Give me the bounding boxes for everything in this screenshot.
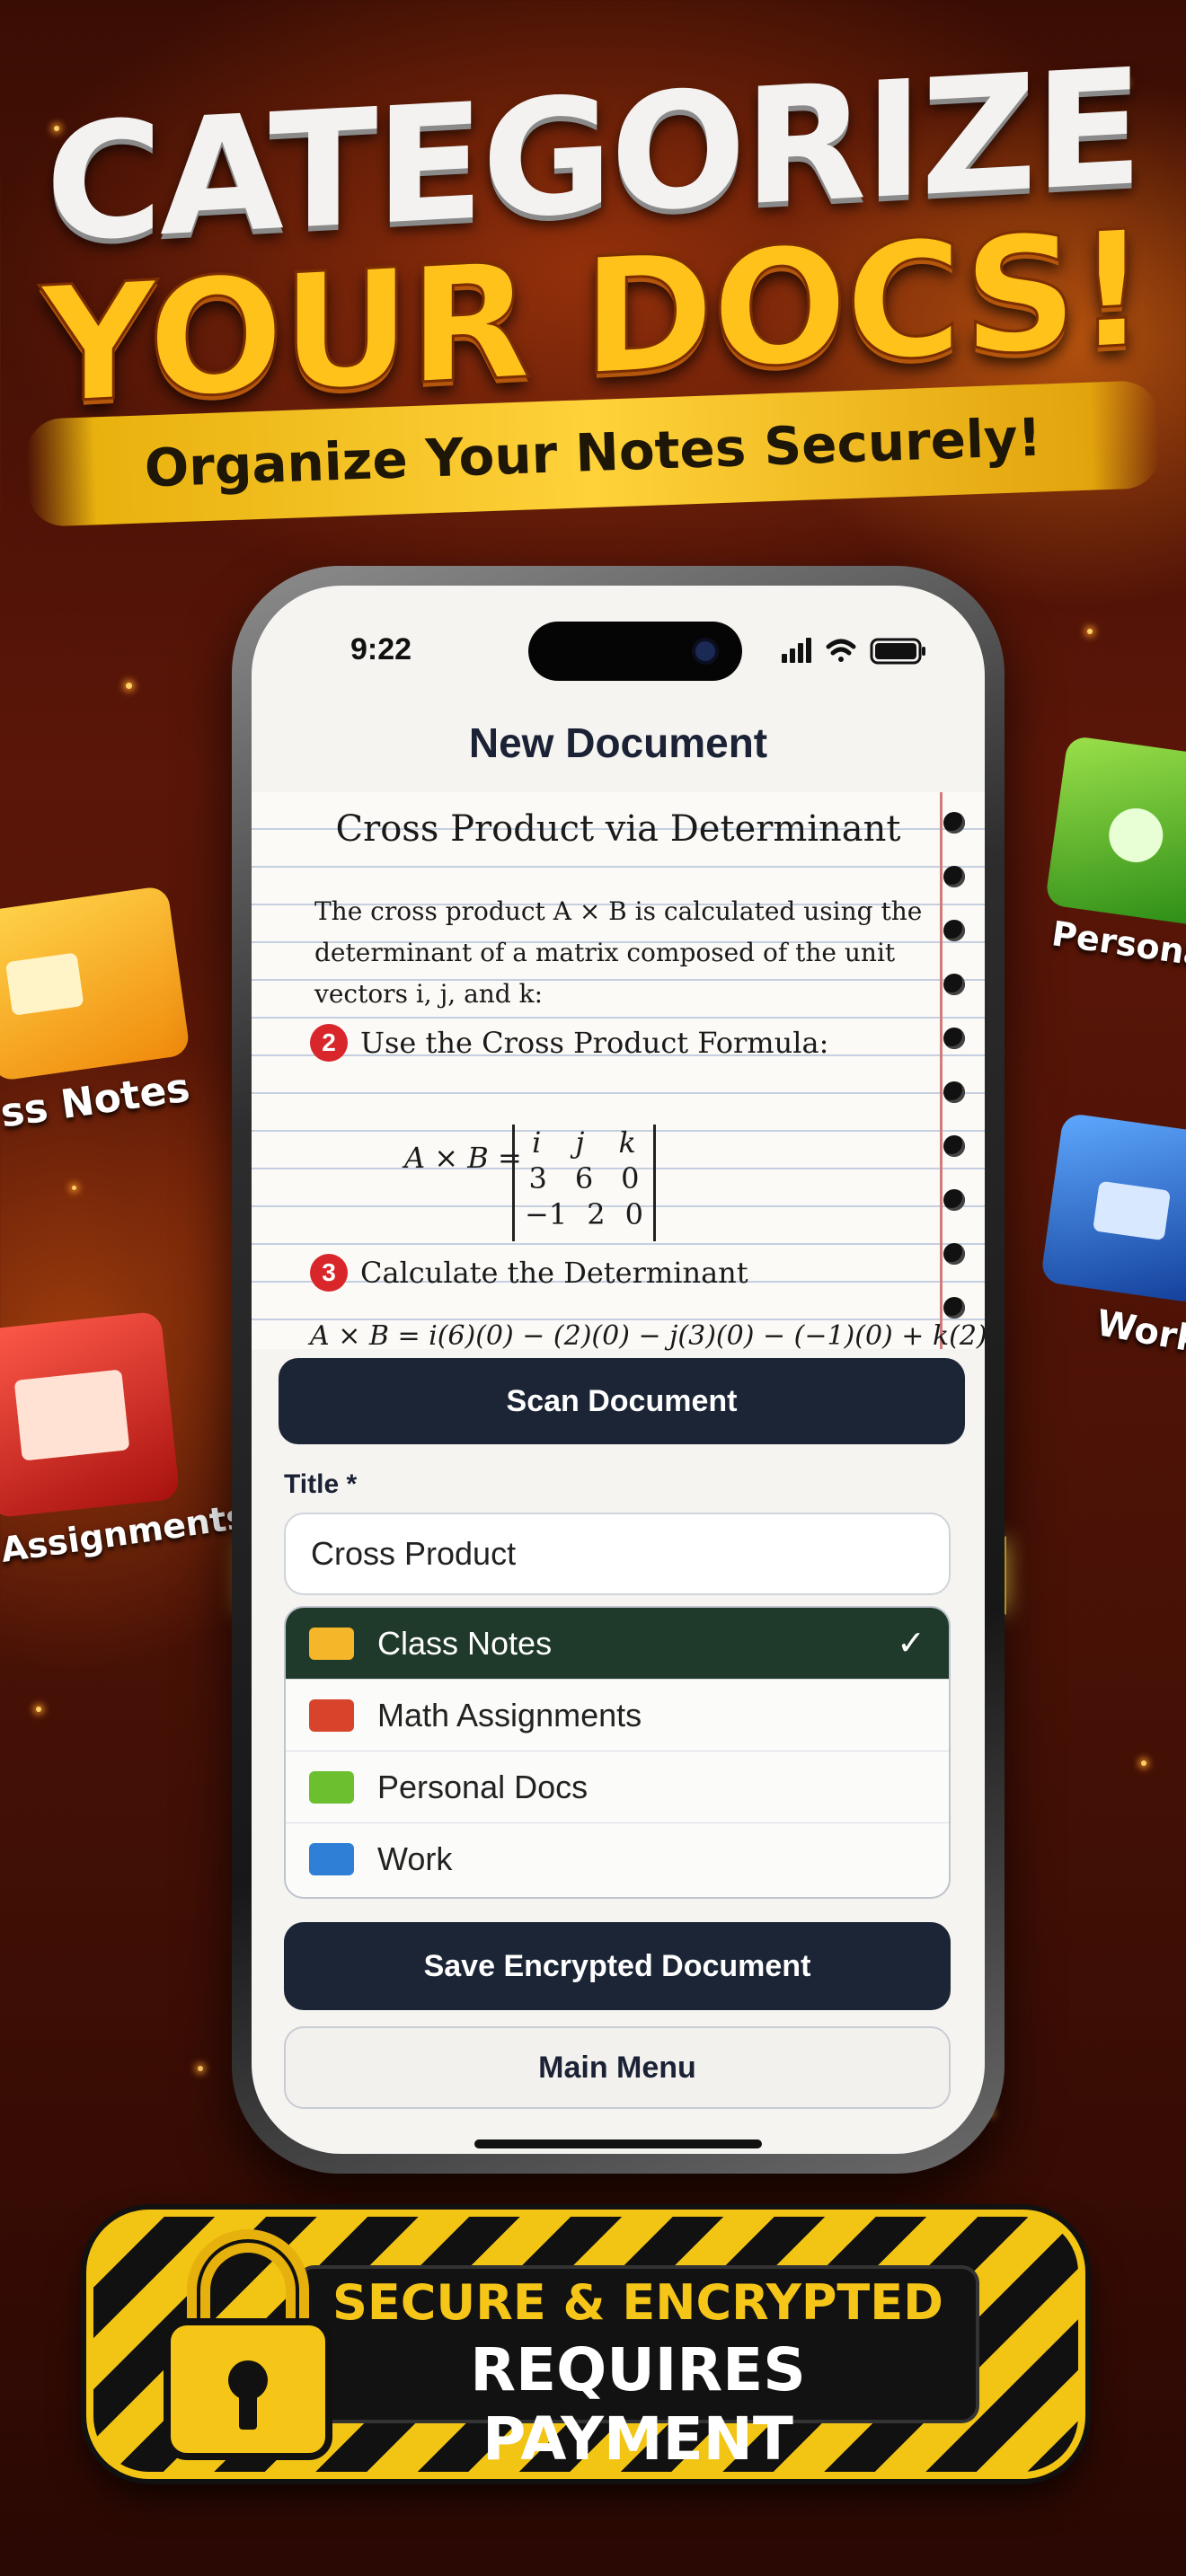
page-step-2: 2 Use the Cross Product Formula:	[310, 1024, 828, 1062]
page-step-3: 3 Calculate the Determinant	[310, 1254, 748, 1292]
signal-icon	[782, 638, 811, 663]
category-label: Class Notes	[377, 1624, 553, 1662]
category-item-class-notes[interactable]: Class Notes ✓	[286, 1608, 949, 1680]
work-folder-icon	[1040, 1112, 1186, 1304]
home-indicator[interactable]	[474, 2139, 762, 2148]
phone-frame: 9:22 New Document Cross Product via Dete…	[232, 566, 1005, 2174]
step-3-number: 3	[310, 1254, 348, 1292]
camera-icon	[695, 641, 715, 661]
checkmark-icon: ✓	[897, 1625, 925, 1663]
determinant-matrix: ijk 360 −1 2 0	[512, 1125, 656, 1241]
page-intro-text: The cross product A × B is calculated us…	[314, 896, 923, 1009]
step-3-text: Calculate the Determinant	[360, 1256, 748, 1290]
scan-document-button[interactable]: Scan Document	[279, 1358, 965, 1444]
status-icons	[782, 638, 925, 665]
category-list: Class Notes ✓ Math Assignments Personal …	[284, 1606, 951, 1899]
save-encrypted-document-button[interactable]: Save Encrypted Document	[284, 1922, 951, 2010]
nav-title: New Document	[468, 719, 768, 766]
badge-line2: REQUIRES PAYMENT	[470, 2335, 806, 2474]
status-time: 9:22	[350, 632, 412, 666]
step-2-number: 2	[310, 1024, 348, 1062]
title-input[interactable]: Cross Product	[284, 1513, 951, 1595]
folder-personal-icon	[309, 1770, 354, 1804]
matrix-lhs: A × B =	[404, 1141, 522, 1175]
title-label: Title *	[284, 1469, 358, 1499]
battery-icon	[870, 638, 925, 665]
side-folder-work-label: Work	[1093, 1302, 1186, 1362]
category-item-math-assignments[interactable]: Math Assignments	[286, 1680, 949, 1751]
step-2-text: Use the Cross Product Formula:	[360, 1026, 829, 1060]
category-label: Work	[377, 1840, 453, 1877]
padlock-icon	[164, 2229, 332, 2460]
assignments-folder-icon	[0, 1310, 181, 1519]
dynamic-island	[528, 622, 742, 681]
notes-folder-icon	[0, 885, 191, 1082]
folder-math-icon	[309, 1698, 354, 1732]
category-item-personal-docs[interactable]: Personal Docs	[286, 1751, 949, 1823]
personal-folder-icon	[1044, 735, 1186, 927]
folder-notes-icon	[309, 1627, 354, 1660]
main-menu-button[interactable]: Main Menu	[284, 2026, 951, 2109]
category-label: Math Assignments	[377, 1696, 642, 1734]
phone-screen: 9:22 New Document Cross Product via Dete…	[252, 586, 985, 2154]
determinant-formula: A × B = i(6)(0) − (2)(0) − j(3)(0) − (−1…	[310, 1320, 985, 1352]
badge-line1: SECURE & ENCRYPTED	[332, 2274, 943, 2331]
category-item-work[interactable]: Work	[286, 1823, 949, 1895]
wifi-icon	[826, 639, 856, 662]
side-folder-personal-label: Personal	[1049, 913, 1186, 976]
category-label: Personal Docs	[377, 1768, 589, 1805]
page-heading: Cross Product via Determinant	[335, 808, 901, 850]
folder-work-icon	[309, 1843, 354, 1875]
